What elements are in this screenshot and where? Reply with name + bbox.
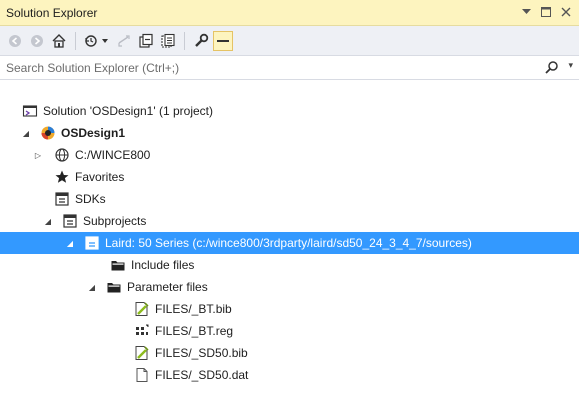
expand-triangle-icon[interactable]: ◢	[86, 276, 98, 298]
tree-node-file[interactable]: FILES/_SD50.dat	[0, 364, 579, 386]
toolbar-separator	[184, 31, 185, 50]
tree-node-favorites[interactable]: Favorites	[0, 166, 579, 188]
tree-node-include-files[interactable]: Include files	[0, 254, 579, 276]
tree-node-solution[interactable]: Solution 'OSDesign1' (1 project)	[0, 100, 579, 122]
tree-node-file[interactable]: FILES/_BT.reg	[0, 320, 579, 342]
show-all-files-icon[interactable]	[159, 32, 177, 50]
tree-node-parameter-files[interactable]: ◢ Parameter files	[0, 276, 579, 298]
window-controls	[519, 4, 573, 20]
subproject-icon	[84, 235, 100, 251]
tree-node-project[interactable]: ◢ OSDesign1	[0, 122, 579, 144]
tree-node-label: Include files	[131, 258, 195, 272]
tree-expander-none	[10, 100, 22, 122]
tree-node-label: OSDesign1	[61, 126, 126, 140]
globe-icon	[54, 147, 70, 163]
forward-icon[interactable]	[28, 32, 46, 50]
tree-node-label: FILES/_BT.bib	[155, 302, 232, 316]
solution-explorer-toolbar	[0, 26, 579, 56]
project-icon	[40, 125, 56, 141]
back-icon[interactable]	[6, 32, 24, 50]
tree-node-label: FILES/_BT.reg	[155, 324, 234, 338]
tree-node-sdks[interactable]: SDKs	[0, 188, 579, 210]
refresh-icon[interactable]	[115, 32, 133, 50]
toolbar-separator	[75, 31, 76, 50]
subprojects-icon	[62, 213, 78, 229]
home-icon[interactable]	[50, 32, 68, 50]
window-title: Solution Explorer	[6, 6, 98, 20]
bib-file-icon	[134, 301, 150, 317]
folder-icon	[106, 279, 122, 295]
search-bar: ▾	[0, 56, 579, 80]
maximize-icon[interactable]	[539, 4, 553, 20]
search-options-chevron-icon[interactable]: ▾	[568, 60, 573, 71]
reg-file-icon	[134, 323, 150, 339]
tree-expander-none	[42, 166, 54, 188]
history-icon[interactable]	[83, 32, 111, 50]
tree-node-laird-subproject[interactable]: ◢ Laird: 50 Series (c:/wince800/3rdparty…	[0, 232, 579, 254]
file-icon	[134, 367, 150, 383]
tree-node-subprojects[interactable]: ◢ Subprojects	[0, 210, 579, 232]
tree-node-file[interactable]: FILES/_BT.bib	[0, 298, 579, 320]
tree-node-label: Subprojects	[83, 214, 147, 228]
properties-icon[interactable]	[192, 32, 210, 50]
solution-icon	[22, 103, 38, 119]
tree-node-label: Laird: 50 Series (c:/wince800/3rdparty/l…	[105, 236, 472, 250]
sdk-icon	[54, 191, 70, 207]
tree-node-label: Parameter files	[127, 280, 208, 294]
tree-node-label: Favorites	[75, 170, 125, 184]
chevron-down-icon[interactable]	[519, 4, 533, 20]
expand-triangle-icon[interactable]: ◢	[20, 122, 32, 144]
tree-node-wince-folder[interactable]: ▷ C:/WINCE800	[0, 144, 579, 166]
expand-triangle-icon[interactable]: ◢	[42, 210, 54, 232]
search-input[interactable]	[4, 58, 538, 78]
bib-file-icon	[134, 345, 150, 361]
tree-node-label: SDKs	[75, 192, 106, 206]
tree-node-label: FILES/_SD50.dat	[155, 368, 249, 382]
close-icon[interactable]	[559, 4, 573, 20]
star-icon	[54, 169, 70, 185]
tree-node-file[interactable]: FILES/_SD50.bib	[0, 342, 579, 364]
expand-triangle-icon[interactable]: ◢	[64, 232, 76, 254]
tool-window-titlebar: Solution Explorer	[0, 0, 579, 26]
collapse-triangle-icon[interactable]: ▷	[32, 144, 44, 166]
tree-node-label: C:/WINCE800	[75, 148, 151, 162]
collapse-all-icon[interactable]	[137, 32, 155, 50]
search-icon[interactable]	[545, 60, 559, 77]
tree-node-label: Solution 'OSDesign1' (1 project)	[43, 104, 213, 118]
pin-icon[interactable]	[213, 30, 233, 51]
tree-node-label: FILES/_SD50.bib	[155, 346, 248, 360]
tree-expander-none	[42, 188, 54, 210]
folder-icon	[110, 257, 126, 273]
